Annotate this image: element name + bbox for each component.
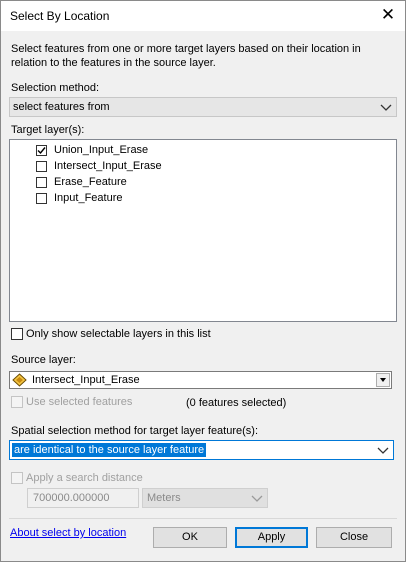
selection-method-dropdown[interactable]: select features from — [9, 97, 397, 117]
chevron-down-icon — [377, 447, 389, 454]
source-layer-dropdown-button[interactable] — [376, 373, 390, 387]
close-icon[interactable]: ✕ — [376, 4, 400, 26]
checkbox[interactable] — [36, 161, 47, 172]
spatial-method-dropdown[interactable]: are identical to the source layer featur… — [9, 440, 394, 460]
target-layer-item[interactable]: Erase_Feature — [10, 175, 396, 191]
only-selectable-checkbox[interactable] — [11, 328, 23, 340]
checkbox[interactable] — [36, 193, 47, 204]
target-layer-label: Erase_Feature — [54, 176, 127, 188]
selection-method-value: select features from — [13, 101, 110, 113]
window-title: Select By Location — [10, 9, 110, 23]
triangle-down-icon — [380, 378, 386, 382]
spatial-method-value: are identical to the source layer featur… — [12, 443, 207, 457]
features-selected-count: (0 features selected) — [186, 397, 287, 409]
target-layer-label: Union_Input_Erase — [54, 144, 149, 156]
target-layer-label: Input_Feature — [54, 192, 123, 204]
polygon-layer-icon — [12, 373, 27, 387]
search-distance-label: Apply a search distance — [26, 472, 143, 484]
use-selected-label: Use selected features — [26, 396, 133, 408]
source-layer-label: Source layer: — [11, 354, 76, 366]
spatial-method-label: Spatial selection method for target laye… — [11, 425, 259, 437]
description-text: Select features from one or more target … — [11, 43, 361, 69]
distance-units-dropdown[interactable]: Meters — [142, 488, 268, 508]
target-layer-item[interactable]: Input_Feature — [10, 191, 396, 207]
distance-units-value: Meters — [147, 492, 181, 504]
search-distance-checkbox[interactable] — [11, 472, 23, 484]
target-layer-item[interactable]: Union_Input_Erase — [10, 143, 396, 159]
use-selected-checkbox[interactable] — [11, 396, 23, 408]
about-link[interactable]: About select by location — [10, 527, 126, 539]
source-layer-value: Intersect_Input_Erase — [32, 374, 140, 386]
target-layer-label: Intersect_Input_Erase — [54, 160, 162, 172]
checkbox-checked[interactable] — [36, 145, 47, 156]
apply-button[interactable]: Apply — [235, 527, 308, 548]
ok-button[interactable]: OK — [153, 527, 227, 548]
close-button[interactable]: Close — [316, 527, 392, 548]
checkmark-icon — [37, 147, 46, 155]
footer-separator — [9, 518, 397, 519]
search-distance-value: 700000.000000 — [33, 492, 110, 504]
target-layers-label: Target layer(s): — [11, 124, 85, 136]
source-layer-dropdown[interactable]: Intersect_Input_Erase — [9, 371, 392, 389]
chevron-down-icon — [251, 495, 263, 502]
checkbox[interactable] — [36, 177, 47, 188]
only-selectable-label[interactable]: Only show selectable layers in this list — [26, 328, 211, 340]
target-layers-list[interactable]: Union_Input_Erase Intersect_Input_Erase … — [9, 139, 397, 322]
chevron-down-icon — [380, 104, 392, 111]
target-layer-item[interactable]: Intersect_Input_Erase — [10, 159, 396, 175]
search-distance-input[interactable]: 700000.000000 — [27, 488, 139, 508]
selection-method-label: Selection method: — [11, 82, 100, 94]
